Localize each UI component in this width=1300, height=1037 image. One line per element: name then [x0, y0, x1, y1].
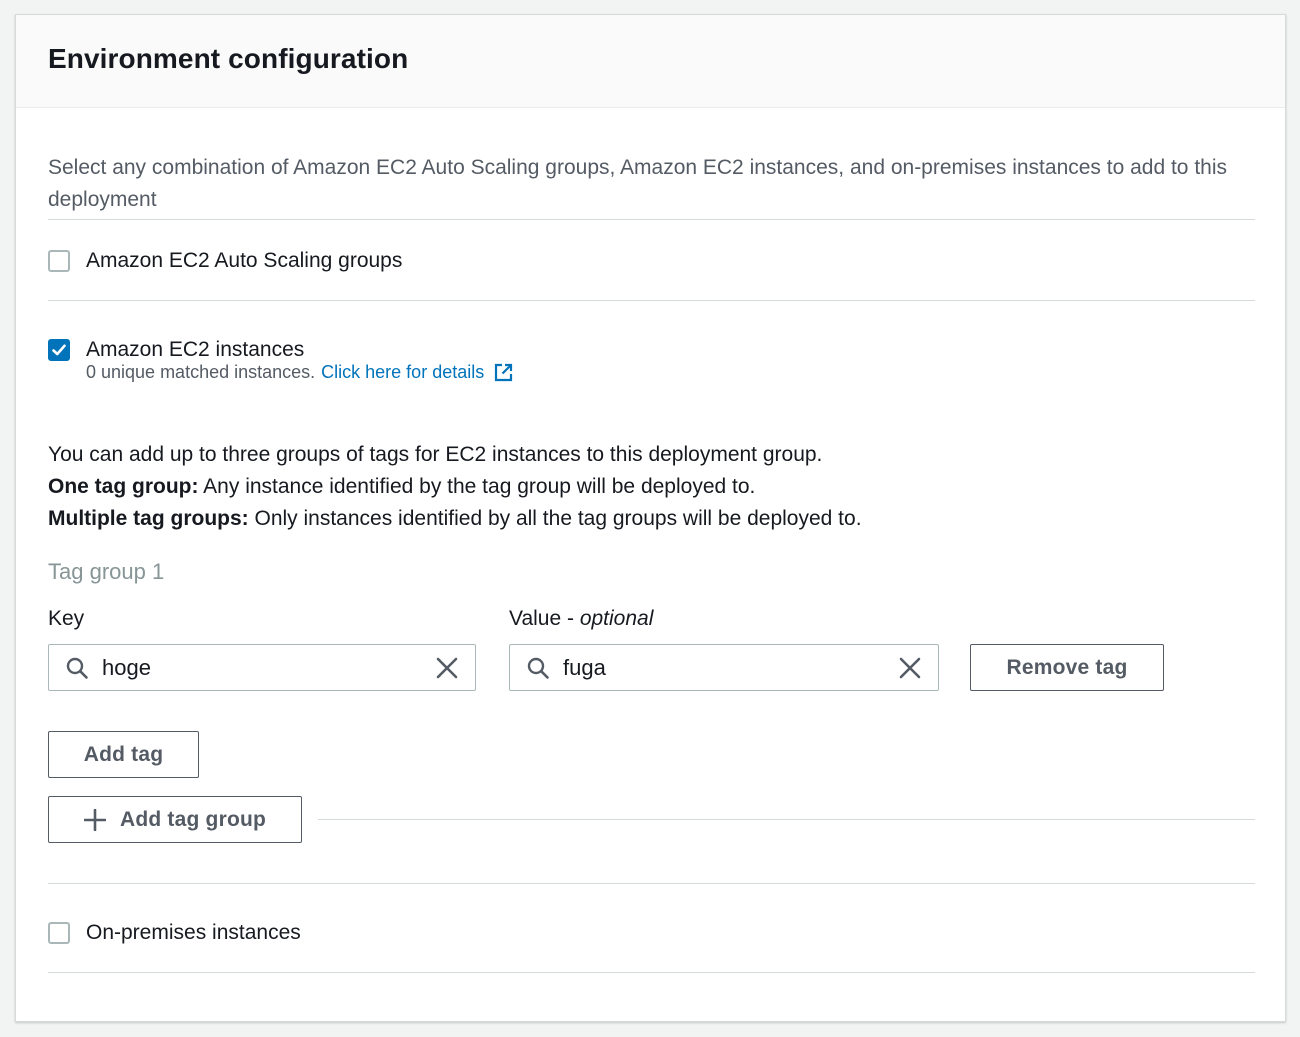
external-link-icon[interactable] — [493, 362, 514, 383]
search-icon — [65, 656, 89, 680]
add-tag-group-label[interactable]: Add tag group — [120, 808, 266, 832]
key-label: Key — [48, 607, 85, 630]
multiple-tag-groups-text: Only instances identified by all the tag… — [248, 507, 862, 530]
matched-instances-line: 0 unique matched instances. Click here f… — [86, 362, 514, 383]
tag-group-divider — [318, 819, 1255, 820]
one-tag-group-text: Any instance identified by the tag group… — [198, 475, 756, 498]
divider — [48, 300, 1255, 301]
value-label-prefix: Value - — [509, 607, 580, 630]
tag-groups-info: You can add up to three groups of tags f… — [48, 439, 862, 535]
add-tag-group-button[interactable]: Add tag group — [48, 796, 302, 843]
value-input-value[interactable]: fuga — [563, 655, 898, 681]
divider — [48, 972, 1255, 973]
auto-scaling-checkbox[interactable] — [48, 250, 70, 272]
info-line-2: One tag group: Any instance identified b… — [48, 471, 862, 503]
clear-key-icon[interactable] — [435, 656, 459, 680]
panel-header: Environment configuration — [16, 15, 1285, 108]
ec2-instances-checkbox[interactable] — [48, 339, 70, 361]
multiple-tag-groups-heading: Multiple tag groups: — [48, 507, 249, 530]
key-input[interactable]: hoge — [48, 644, 476, 691]
matched-instances-text: 0 unique matched instances. — [86, 362, 316, 382]
panel-description: Select any combination of Amazon EC2 Aut… — [48, 156, 1228, 211]
ec2-instances-option[interactable]: Amazon EC2 instances — [48, 338, 304, 362]
auto-scaling-label[interactable]: Amazon EC2 Auto Scaling groups — [86, 249, 402, 273]
checkmark-icon — [52, 344, 66, 356]
remove-tag-button[interactable]: Remove tag — [970, 644, 1164, 691]
value-label: Value - optional — [509, 607, 653, 631]
ec2-instances-label[interactable]: Amazon EC2 instances — [86, 338, 304, 362]
clear-value-icon[interactable] — [898, 656, 922, 680]
on-premises-label[interactable]: On-premises instances — [86, 921, 301, 945]
panel-title: Environment configuration — [48, 43, 409, 74]
add-tag-button[interactable]: Add tag — [48, 731, 199, 778]
environment-configuration-panel: Environment configuration Select any com… — [15, 14, 1286, 1022]
on-premises-checkbox[interactable] — [48, 922, 70, 944]
info-line-1: You can add up to three groups of tags f… — [48, 443, 823, 466]
on-premises-option[interactable]: On-premises instances — [48, 921, 301, 945]
one-tag-group-heading: One tag group: — [48, 475, 199, 498]
info-line-3: Multiple tag groups: Only instances iden… — [48, 503, 862, 535]
tag-group-title: Tag group 1 — [48, 559, 165, 584]
value-label-optional: optional — [579, 607, 654, 630]
details-link[interactable]: Click here for details — [321, 362, 484, 383]
divider — [48, 883, 1255, 884]
plus-icon — [83, 808, 106, 831]
auto-scaling-option[interactable]: Amazon EC2 Auto Scaling groups — [48, 249, 402, 273]
divider — [48, 219, 1255, 220]
search-icon — [526, 656, 550, 680]
value-input[interactable]: fuga — [509, 644, 939, 691]
key-input-value[interactable]: hoge — [102, 655, 435, 681]
